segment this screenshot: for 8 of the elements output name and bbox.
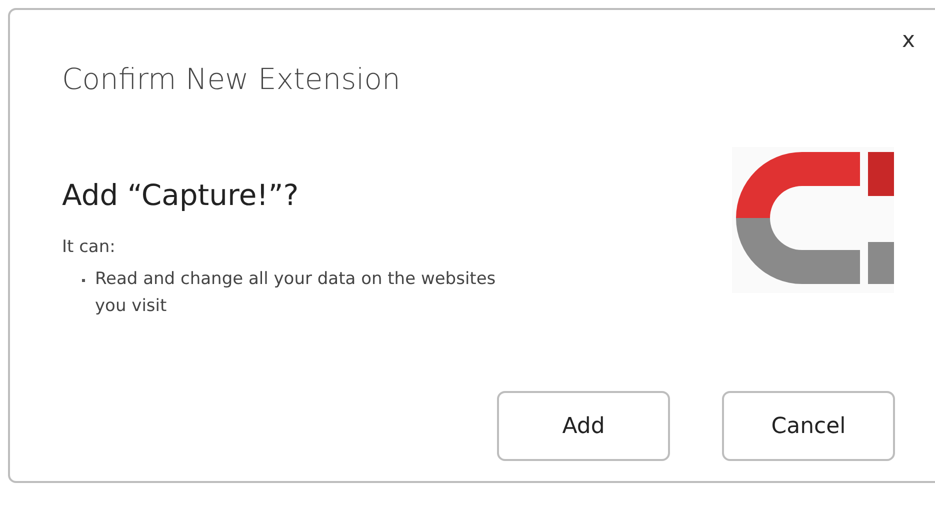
extension-heading: Add “Capture!”? bbox=[62, 178, 300, 213]
permissions-intro: It can: bbox=[62, 236, 116, 259]
dialog-button[interactable]: Cancel bbox=[722, 391, 895, 461]
close-button[interactable]: x bbox=[902, 30, 916, 52]
bullet-icon bbox=[82, 279, 85, 282]
permission-text: Read and change all your data on the websites you visit bbox=[95, 268, 497, 318]
dialog-title: Confirm New Extension bbox=[62, 62, 400, 97]
dialog-button[interactable]: Add bbox=[497, 391, 670, 461]
